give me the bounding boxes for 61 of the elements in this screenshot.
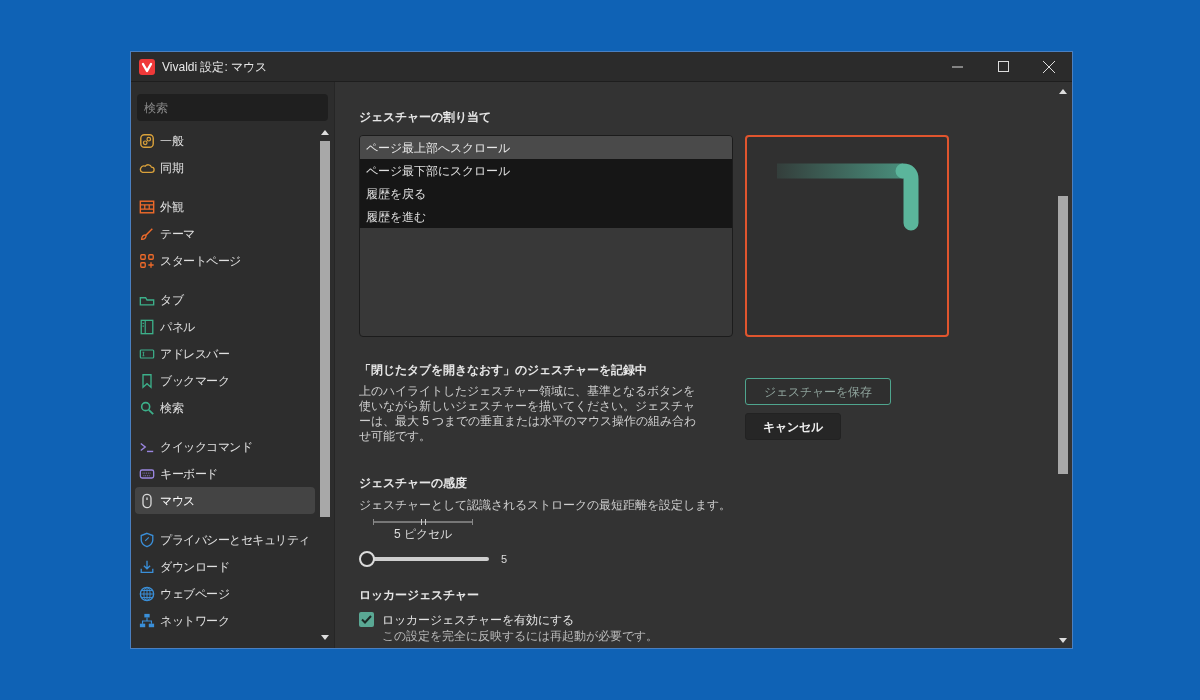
section-heading: ジェスチャーの割り当て	[359, 109, 492, 126]
checkmark-icon	[361, 614, 372, 625]
description-text: 上のハイライトしたジェスチャー領域に、基準となるボタンを使いながら新しいジェスチャーを描いてください。ジェスチャーは、最大 5 つまでの垂直または水平のマウス操作の組み合わせ可能です。	[359, 384, 698, 444]
sidebar-item[interactable]: ダウンロード	[135, 553, 315, 580]
sidebar-item[interactable]: ブックマーク	[135, 367, 315, 394]
scroll-down-icon[interactable]	[321, 635, 329, 640]
sidebar-item[interactable]: 同期	[135, 154, 315, 181]
panel-icon	[139, 318, 155, 335]
slider-value: 5	[501, 552, 508, 567]
scroll-up-icon[interactable]	[1059, 89, 1067, 94]
slider-thumb[interactable]	[359, 551, 375, 568]
tiles-icon	[139, 252, 155, 269]
network-icon	[139, 612, 155, 629]
sidebar-item[interactable]: タブ	[135, 286, 315, 313]
cancel-button[interactable]: キャンセル	[745, 413, 841, 440]
sidebar-item[interactable]: 一般	[135, 127, 315, 154]
sidebar-item[interactable]: ウェブページ	[135, 580, 315, 607]
sidebar-item[interactable]: キーボード	[135, 460, 315, 487]
gesture-list-item[interactable]: ページ最下部にスクロール	[360, 159, 732, 182]
sidebar-item[interactable]: プライバシーとセキュリティ	[135, 526, 315, 553]
checkbox[interactable]	[359, 612, 374, 627]
cog-icon	[139, 132, 155, 149]
sidebar-item[interactable]: ネットワーク	[135, 607, 315, 634]
sidebar-item[interactable]: パネル	[135, 313, 315, 340]
brush-icon	[139, 225, 155, 242]
sidebar-item[interactable]: マウス	[135, 487, 315, 514]
window-title: Vivaldi 設定: マウス	[162, 58, 268, 76]
sidebar-item[interactable]: 検索	[135, 394, 315, 421]
sensitivity-slider[interactable]	[359, 551, 489, 568]
close-icon	[1043, 60, 1055, 73]
scroll-thumb[interactable]	[1058, 196, 1068, 474]
gesture-list-item[interactable]: 履歴を戻る	[360, 182, 732, 205]
hint-text: この設定を完全に反映するには再起動が必要です。	[382, 628, 659, 643]
checkbox-label: ロッカージェスチャーを有効にする	[382, 611, 574, 629]
sidebar-item[interactable]: テーマ	[135, 220, 315, 247]
vivaldi-logo-icon	[139, 58, 155, 75]
window-grid-icon	[139, 198, 155, 215]
gesture-list-item[interactable]: ページ最上部へスクロール	[360, 136, 732, 159]
scale-label: 5 ピクセル	[394, 526, 452, 543]
save-gesture-button[interactable]: ジェスチャーを保存	[745, 378, 891, 405]
mouse-icon	[139, 492, 155, 509]
bookmark-icon	[139, 372, 155, 389]
sidebar-item[interactable]: クイックコマンド	[135, 433, 315, 460]
download-icon	[139, 558, 155, 575]
sidebar-item[interactable]: 外観	[135, 193, 315, 220]
scroll-thumb[interactable]	[320, 141, 330, 517]
shield-icon	[139, 531, 155, 548]
scroll-up-icon[interactable]	[321, 130, 329, 135]
gesture-canvas[interactable]	[745, 135, 949, 337]
search-icon	[139, 399, 155, 416]
section-heading: ロッカージェスチャー	[359, 586, 480, 604]
globe-icon	[139, 585, 155, 602]
section-heading: ジェスチャーの感度	[359, 475, 468, 492]
maximize-icon	[997, 61, 1009, 72]
sidebar-item[interactable]: スタートページ	[135, 247, 315, 274]
section-heading: 「閉じたタブを開きなおす」のジェスチャーを記録中	[359, 362, 648, 379]
sidebar-item[interactable]: アドレスバー	[135, 340, 315, 367]
scroll-down-icon[interactable]	[1059, 638, 1067, 643]
description-text: ジェスチャーとして認識されるストロークの最短距離を設定します。	[359, 497, 732, 514]
gesture-list-item[interactable]: 履歴を進む	[360, 205, 732, 228]
search-field[interactable]: 検索	[137, 94, 328, 121]
